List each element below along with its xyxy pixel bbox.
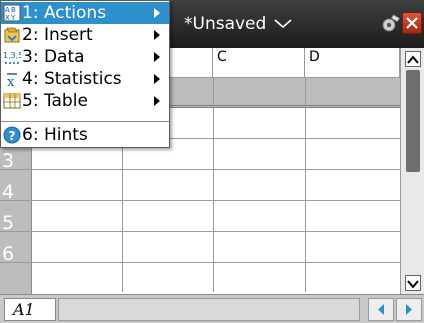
row-number: 4	[0, 170, 32, 203]
menu-item-insert[interactable]: 2: Insert	[1, 24, 169, 46]
table-row[interactable]	[0, 263, 400, 294]
column-header-label: D	[309, 49, 320, 65]
hints-icon: ?	[3, 126, 21, 144]
status-bar: A1	[0, 294, 424, 323]
svg-text:1,3,5: 1,3,5	[3, 51, 21, 60]
document-title-dropdown[interactable]: *Unsaved	[184, 14, 292, 34]
svg-text:X: X	[5, 14, 10, 22]
chevron-up-icon	[407, 55, 419, 64]
svg-text:Y: Y	[10, 14, 16, 22]
table-row[interactable]: 4	[0, 170, 400, 203]
next-button[interactable]	[396, 298, 422, 321]
tools-icon[interactable]	[380, 13, 402, 35]
menu-item-hints[interactable]: ? 6: Hints	[1, 124, 169, 146]
menu-item-table[interactable]: 5: Table	[1, 90, 169, 112]
menu-item-data[interactable]: 1,3,5 3: Data	[1, 46, 169, 68]
chevron-right-icon	[154, 8, 160, 18]
actions-icon: A B X Y	[3, 4, 21, 22]
table-row[interactable]: 5	[0, 201, 400, 234]
cell-reference[interactable]: A1	[4, 298, 56, 321]
scroll-thumb[interactable]	[406, 70, 420, 172]
menu-item-label: 2: Insert	[22, 25, 93, 45]
column-header-d[interactable]: D	[305, 48, 400, 78]
document-title: *Unsaved	[184, 14, 267, 34]
svg-text:x: x	[7, 75, 15, 88]
svg-text:B: B	[11, 6, 16, 14]
data-icon: 1,3,5	[3, 48, 23, 66]
chevron-right-icon	[154, 74, 160, 84]
chevron-right-icon	[154, 52, 160, 62]
spreadsheet-app-screen: *Unsaved C D 3 4 5 6 A1 A B X Y 1: Actio…	[0, 0, 424, 323]
menu-item-actions[interactable]: A B X Y 1: Actions	[1, 2, 169, 24]
scroll-down-button[interactable]	[405, 275, 421, 291]
entry-line-input[interactable]	[58, 298, 360, 321]
menu-item-label: 6: Hints	[22, 125, 88, 145]
close-icon	[406, 17, 418, 29]
menu-item-label: 1: Actions	[22, 3, 107, 23]
row-number	[0, 263, 32, 294]
table-row[interactable]: 6	[0, 232, 400, 265]
chevron-right-icon	[154, 30, 160, 40]
row-number: 5	[0, 201, 32, 234]
menu-item-statistics[interactable]: x 4: Statistics	[1, 68, 169, 90]
chevron-right-icon	[154, 96, 160, 106]
tools-menu: A B X Y 1: Actions 2: Insert 1,3,5 3: Da…	[0, 0, 170, 148]
table-icon	[3, 92, 21, 110]
previous-button[interactable]	[368, 298, 394, 321]
insert-icon	[3, 26, 21, 44]
column-header-c[interactable]: C	[213, 48, 305, 78]
scroll-up-button[interactable]	[405, 51, 421, 67]
svg-text:?: ?	[9, 129, 16, 143]
svg-text:A: A	[5, 6, 10, 14]
menu-divider	[1, 121, 169, 122]
column-divider	[213, 78, 214, 292]
row-number: 6	[0, 232, 32, 265]
close-button[interactable]	[402, 12, 422, 34]
column-divider	[305, 78, 306, 292]
arrow-right-icon	[406, 304, 412, 315]
vertical-scrollbar[interactable]	[400, 48, 424, 294]
chevron-down-icon	[407, 280, 419, 289]
menu-item-label: 4: Statistics	[22, 69, 122, 89]
column-header-label: C	[217, 49, 227, 65]
statistics-icon: x	[3, 70, 21, 90]
menu-item-label: 5: Table	[22, 91, 88, 111]
chevron-down-icon	[274, 14, 292, 34]
menu-item-label: 3: Data	[22, 47, 85, 67]
arrow-left-icon	[378, 304, 384, 315]
